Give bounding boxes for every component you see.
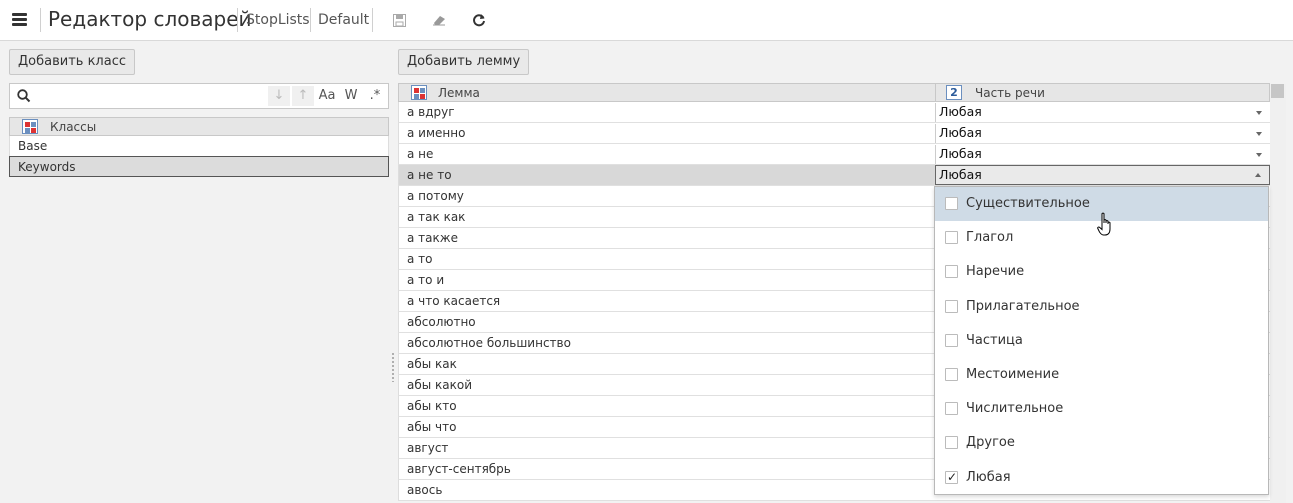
lemma-grid-header: Лемма 2 Часть речи <box>398 83 1270 102</box>
lemma-row[interactable]: а не Любая <box>398 144 1270 165</box>
part-of-speech-select[interactable]: Любая <box>935 165 1270 185</box>
lemma-cell[interactable]: август <box>407 438 448 458</box>
search-next-button[interactable]: ↓ <box>268 86 290 106</box>
search-prev-button[interactable]: ↑ <box>292 86 314 106</box>
pos-column-title[interactable]: Часть речи <box>975 86 1045 100</box>
checkbox[interactable] <box>945 368 958 381</box>
lemma-row[interactable]: а именно Любая <box>398 123 1270 144</box>
lemma-cell[interactable]: а что касается <box>407 291 500 311</box>
class-search-input[interactable] <box>38 86 266 106</box>
dropdown-option[interactable]: Числительное <box>935 392 1268 426</box>
top-toolbar: Редактор словарей StopLists Default <box>0 0 1293 41</box>
lemma-cell[interactable]: абы какой <box>407 375 472 395</box>
checkbox[interactable] <box>945 402 958 416</box>
part-of-speech-value: Любая <box>939 104 982 119</box>
lemma-cell[interactable]: а то и <box>407 270 444 290</box>
lemma-cell[interactable]: а то <box>407 249 433 269</box>
part-of-speech-select[interactable]: Любая <box>935 103 1270 122</box>
checkbox[interactable] <box>945 333 958 347</box>
dropdown-option-label: Глагол <box>966 230 1014 246</box>
lemma-column-title[interactable]: Лемма <box>438 86 480 100</box>
dropdown-option-label: Числительное <box>966 401 1064 417</box>
chevron-down-icon[interactable] <box>1256 132 1262 136</box>
lemma-cell[interactable]: абы что <box>407 417 456 437</box>
dropdown-option-label: Прилагательное <box>966 298 1080 314</box>
part-of-speech-select[interactable]: Любая <box>935 124 1270 143</box>
hand-cursor-icon <box>1097 212 1115 241</box>
dropdown-option[interactable]: Другое <box>935 426 1268 460</box>
lemma-cell[interactable]: август-сентябрь <box>407 459 511 479</box>
dropdown-option-label: Местоимение <box>966 367 1060 382</box>
menu-icon[interactable] <box>12 13 27 26</box>
lemma-cell[interactable]: а так как <box>407 207 465 227</box>
dropdown-option-label: Частица <box>966 332 1023 348</box>
class-row-keywords[interactable]: Keywords <box>9 156 389 177</box>
chevron-down-icon[interactable] <box>1256 111 1262 115</box>
checkbox[interactable]: ✓ <box>945 469 958 484</box>
part-of-speech-value: Любая <box>939 125 982 140</box>
grid-icon <box>411 85 427 100</box>
regex-button[interactable]: .* <box>364 86 386 106</box>
eraser-icon[interactable] <box>430 11 448 29</box>
dropdown-option[interactable]: Частица <box>935 324 1268 358</box>
part-of-speech-value: Любая <box>939 167 982 182</box>
match-case-button[interactable]: Aa <box>316 86 338 106</box>
save-icon[interactable] <box>390 11 408 29</box>
add-lemma-button[interactable]: Добавить лемму <box>398 49 530 75</box>
breadcrumb-default[interactable]: Default <box>318 12 369 28</box>
breadcrumb-stoplists[interactable]: StopLists <box>246 12 310 28</box>
dropdown-option[interactable]: Наречие <box>935 255 1268 289</box>
checkbox[interactable] <box>945 436 958 450</box>
page-title: Редактор словарей <box>48 7 252 31</box>
chevron-down-icon[interactable] <box>1256 153 1262 157</box>
lemma-cell[interactable]: а также <box>407 228 458 248</box>
toolbar-divider <box>40 8 41 32</box>
lemma-cell[interactable]: абсолютное большинство <box>407 333 571 353</box>
lemma-cell[interactable]: а потому <box>407 186 464 206</box>
lemma-cell[interactable]: а не <box>407 144 433 164</box>
lemma-cell[interactable]: а не то <box>407 165 452 185</box>
lemma-row[interactable]: а вдруг Любая <box>398 102 1270 123</box>
checkbox[interactable] <box>945 231 958 245</box>
chevron-up-icon[interactable] <box>1255 173 1261 177</box>
lemma-cell[interactable]: абы кто <box>407 396 457 416</box>
refresh-icon[interactable] <box>470 11 488 29</box>
toolbar-divider <box>237 8 238 32</box>
part-of-speech-value: Любая <box>939 146 982 161</box>
class-row-base[interactable]: Base <box>9 136 389 157</box>
classes-grid-header: Классы <box>9 117 389 136</box>
checkbox[interactable] <box>945 265 958 279</box>
dropdown-option[interactable]: Местоимение <box>935 358 1268 392</box>
dropdown-option-label: Любая <box>966 469 1011 485</box>
lemma-cell[interactable]: абы как <box>407 354 457 374</box>
dropdown-option-label: Существительное <box>966 196 1090 211</box>
grid-icon <box>22 119 38 134</box>
lemma-cell[interactable]: авось <box>407 480 442 500</box>
checkbox[interactable] <box>945 299 958 313</box>
whole-word-button[interactable]: W <box>340 86 362 106</box>
classes-column-title: Классы <box>50 120 97 134</box>
toolbar-divider <box>372 8 373 32</box>
vertical-scrollbar[interactable] <box>1270 84 1286 503</box>
scrollbar-thumb[interactable] <box>1271 84 1284 98</box>
checkbox[interactable] <box>945 197 958 210</box>
dropdown-option[interactable]: ✓ Любая <box>935 461 1268 495</box>
panel-splitter[interactable] <box>391 352 395 382</box>
lemma-cell[interactable]: абсолютно <box>407 312 476 332</box>
dropdown-option[interactable]: Прилагательное <box>935 290 1268 324</box>
dropdown-option-label: Наречие <box>966 264 1025 280</box>
toolbar-divider <box>310 8 311 32</box>
search-icon <box>17 89 31 106</box>
add-class-button[interactable]: Добавить класс <box>9 49 135 75</box>
part-of-speech-select[interactable]: Любая <box>935 145 1270 164</box>
column-number-icon: 2 <box>946 85 962 100</box>
checkmark-icon: ✓ <box>947 469 958 484</box>
dropdown-option-label: Другое <box>966 435 1015 451</box>
lemma-cell[interactable]: а именно <box>407 123 465 143</box>
class-search-box: ↓ ↑ Aa W .* <box>9 83 389 109</box>
lemma-row[interactable]: а не то Любая <box>398 165 1270 186</box>
lemma-cell[interactable]: а вдруг <box>407 102 455 122</box>
